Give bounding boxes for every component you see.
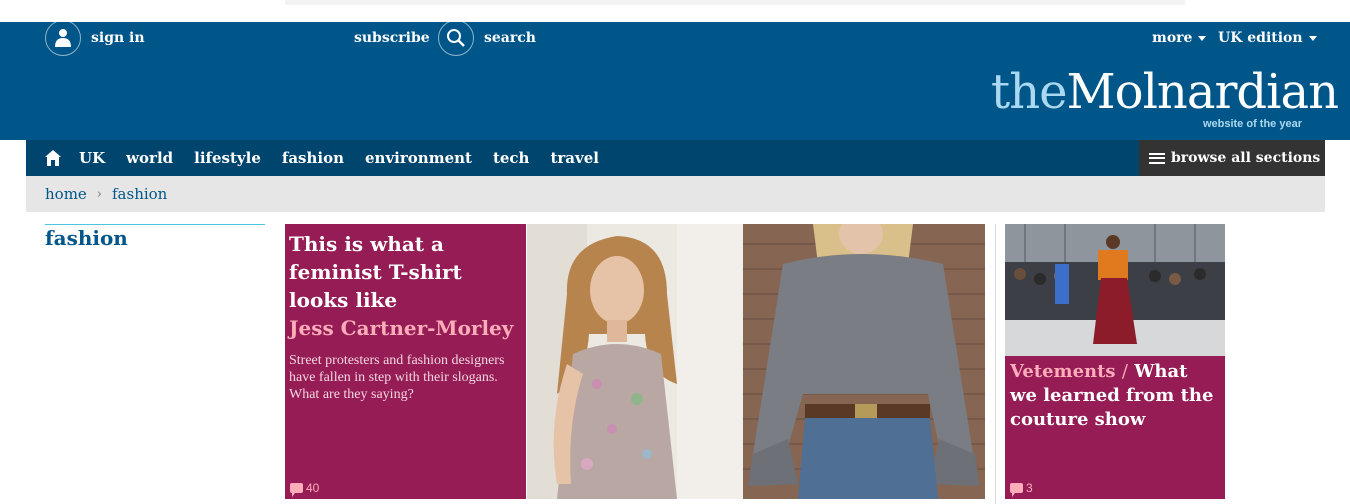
comment-icon: [1010, 483, 1023, 497]
section-rule: [45, 224, 265, 225]
card-text-panel: Vetements / What we learned from the cou…: [1005, 356, 1225, 499]
site-logo[interactable]: theMolnardian: [991, 68, 1339, 116]
feature-comments[interactable]: 40: [290, 481, 320, 497]
feature-image-floral-dress[interactable]: [527, 224, 743, 499]
subscribe-label: subscribe: [354, 30, 430, 46]
browse-all-sections-button[interactable]: browse all sections: [1139, 140, 1325, 176]
section-title[interactable]: fashion: [45, 226, 128, 250]
nav-item-uk[interactable]: UK: [79, 149, 105, 167]
card-image-runway[interactable]: [1005, 224, 1225, 356]
card-comments[interactable]: 3: [1010, 481, 1033, 497]
feature-byline[interactable]: Jess Cartner-Morley: [289, 314, 522, 342]
home-icon[interactable]: [44, 149, 62, 171]
more-label: more: [1152, 30, 1193, 46]
card-headline[interactable]: Vetements / What we learned from the cou…: [1010, 360, 1220, 432]
feature-headline[interactable]: This is what a feminist T-shirt looks li…: [289, 230, 522, 314]
menu-icon: [1149, 152, 1165, 164]
column-divider: [995, 224, 996, 504]
nav-item-environment[interactable]: environment: [365, 149, 472, 167]
nav-item-world[interactable]: world: [126, 149, 173, 167]
logo-name: Molnardian: [1066, 64, 1339, 120]
feature-image-grey-sweater[interactable]: [743, 224, 985, 499]
story-card-vetements[interactable]: Vetements / What we learned from the cou…: [1005, 224, 1225, 499]
search-link[interactable]: search: [438, 20, 536, 56]
feature-standfirst: Street protesters and fashion designers …: [289, 353, 505, 402]
masthead: sign in subscribe search more UK edition…: [0, 20, 1350, 140]
primary-nav: UK world lifestyle fashion environment t…: [26, 140, 1325, 176]
feature-text-panel: This is what a feminist T-shirt looks li…: [285, 224, 526, 499]
edition-label: UK edition: [1218, 30, 1303, 46]
nav-item-tech[interactable]: tech: [493, 149, 530, 167]
feature-comment-count: 40: [306, 481, 320, 495]
feature-story[interactable]: This is what a feminist T-shirt looks li…: [285, 224, 985, 499]
nav-item-travel[interactable]: travel: [550, 149, 599, 167]
user-icon: [45, 20, 81, 56]
nav-item-fashion[interactable]: fashion: [282, 149, 344, 167]
breadcrumb-home[interactable]: home: [45, 185, 87, 203]
ad-slot: [285, 0, 1185, 5]
comment-icon: [290, 483, 303, 497]
card-comment-count: 3: [1026, 481, 1033, 495]
breadcrumb-current[interactable]: fashion: [112, 185, 167, 203]
chevron-down-icon: [1308, 35, 1317, 41]
logo-prefix: the: [990, 64, 1068, 120]
search-label: search: [484, 30, 536, 46]
browse-label: browse all sections: [1171, 150, 1321, 166]
chevron-down-icon: [1198, 35, 1207, 41]
card-kicker[interactable]: Vetements: [1010, 361, 1116, 382]
breadcrumb-separator: ›: [96, 186, 102, 202]
logo-tagline: website of the year: [1202, 118, 1302, 130]
edition-selector[interactable]: UK edition: [1218, 22, 1317, 54]
breadcrumb: home › fashion: [26, 176, 1325, 212]
top-ad-strip: [0, 0, 1350, 22]
card-kicker-separator: /: [1121, 361, 1128, 382]
nav-item-lifestyle[interactable]: lifestyle: [194, 149, 261, 167]
sign-in-link[interactable]: sign in: [45, 20, 145, 56]
nav-items: UK world lifestyle fashion environment t…: [79, 140, 599, 176]
sign-in-label: sign in: [91, 30, 145, 46]
more-menu[interactable]: more: [1152, 22, 1207, 54]
search-icon: [438, 20, 474, 56]
subscribe-link[interactable]: subscribe: [354, 22, 430, 54]
